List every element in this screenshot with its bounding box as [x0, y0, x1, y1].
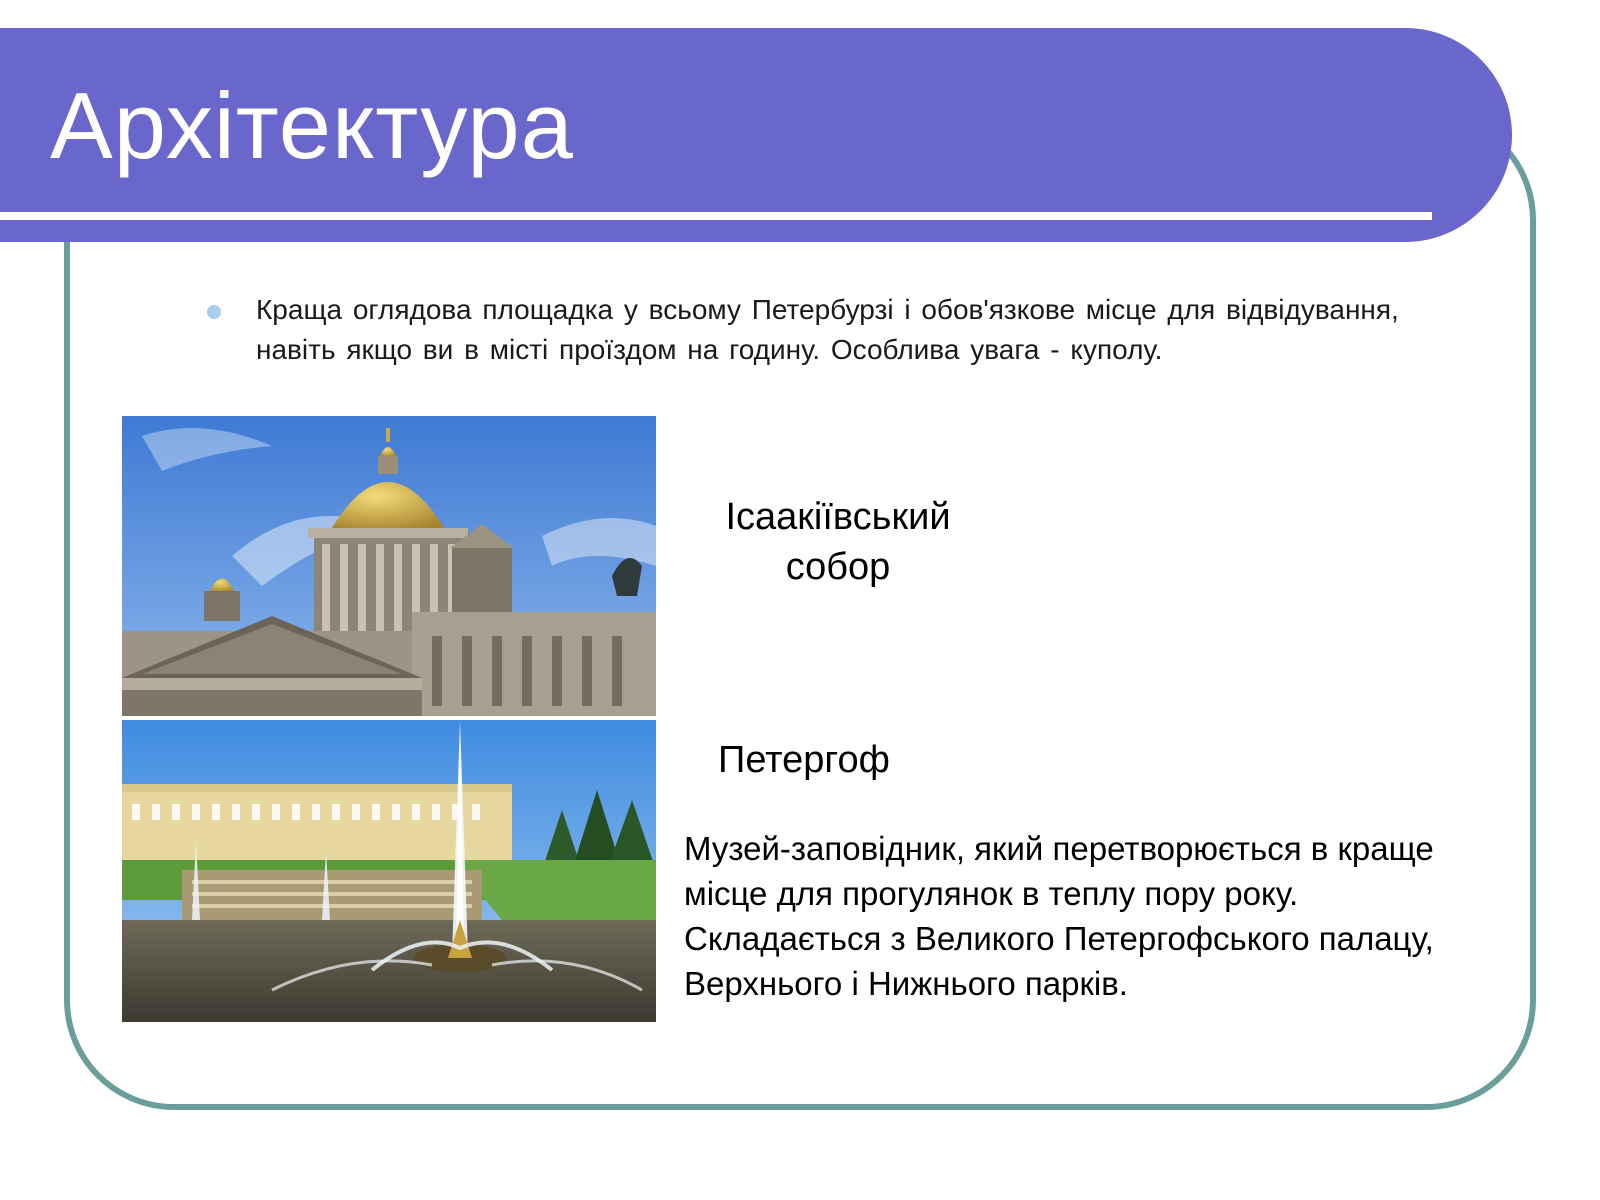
peterhof-description: Музей-заповідник, який перетворюється в … — [684, 826, 1524, 1006]
peterhof-caption: Петергоф — [718, 739, 890, 781]
bullet-text: Краща оглядова площадка у всьому Петербу… — [256, 294, 1399, 365]
isaac-cathedral-caption: Ісаакіївський собор — [725, 496, 951, 588]
peterhof-fountains-photo — [122, 720, 656, 1022]
bullet-dot-icon — [207, 305, 221, 319]
peterhof-description-line: Музей-заповідник, який перетворюється в … — [684, 830, 1434, 867]
peterhof-description-line: місце для прогулянок в теплу пору року. — [684, 875, 1299, 912]
isaac-cathedral-photo — [122, 416, 656, 716]
slide-title: Архітектура — [50, 73, 574, 178]
peterhof-description-line: Верхнього і Нижнього парків. — [684, 965, 1128, 1002]
peterhof-description-line: Складається з Великого Петергофського па… — [684, 920, 1434, 957]
title-divider — [0, 212, 1432, 220]
